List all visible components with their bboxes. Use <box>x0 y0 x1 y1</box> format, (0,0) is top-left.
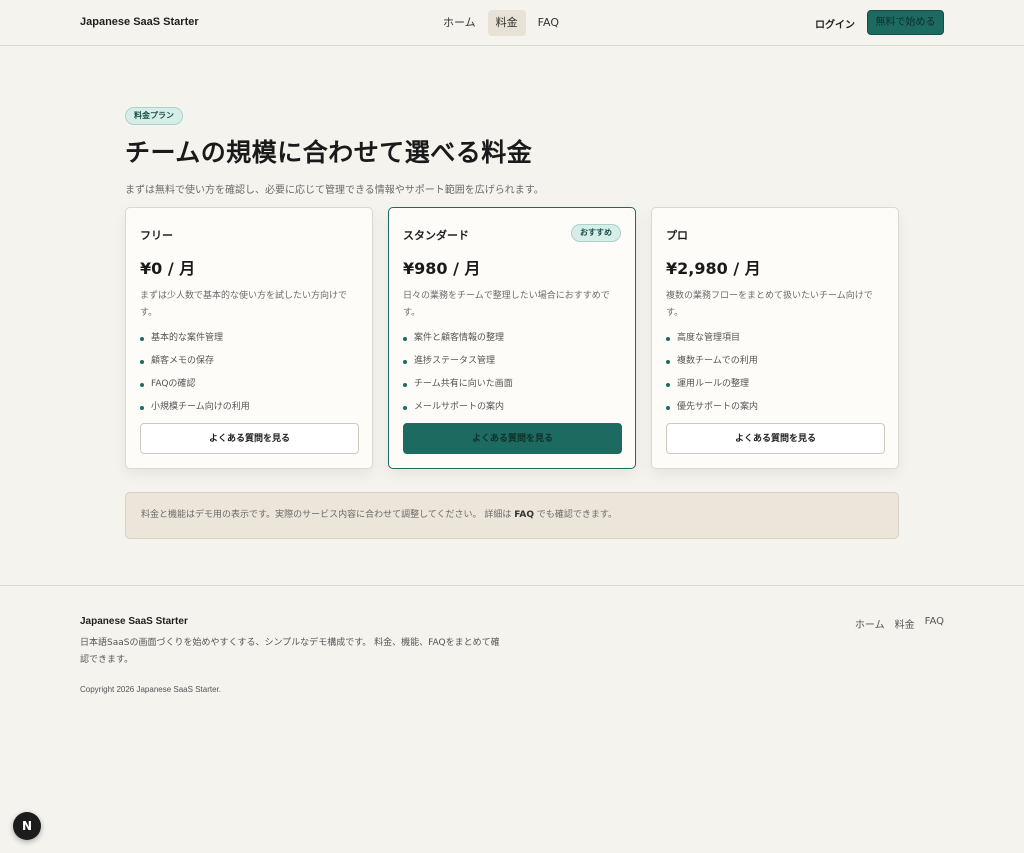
plan-card-standard: スタンダード おすすめ ¥980 / 月 日々の業務をチームで整理したい場合にお… <box>388 207 636 469</box>
feature-label: 複数チームでの利用 <box>677 356 758 366</box>
nextjs-icon[interactable]: N <box>13 812 41 840</box>
feature-label: メールサポートの案内 <box>414 402 505 412</box>
pricing-note: 料金と機能はデモ用の表示です。実際のサービス内容に合わせて調整してください。 詳… <box>125 492 899 539</box>
feature-label: 高度な管理項目 <box>677 333 741 343</box>
brand-logo[interactable]: Japanese SaaS Starter <box>80 16 199 28</box>
plan-price: ¥980 / 月 <box>403 259 481 278</box>
recommended-badge: おすすめ <box>571 224 621 242</box>
bullet-icon <box>140 383 144 387</box>
nav-pricing[interactable]: 料金 <box>487 10 526 36</box>
feature-label: 小規模チーム向けの利用 <box>151 402 250 412</box>
bullet-icon <box>666 406 670 410</box>
nav-faq[interactable]: FAQ <box>530 10 567 36</box>
page-subtitle: まずは無料で使い方を確認し、必要に応じて管理できる情報やサポート範囲を広げられま… <box>125 185 544 196</box>
plan-name: プロ <box>666 229 688 242</box>
footer-link-faq[interactable]: FAQ <box>925 616 944 631</box>
faq-button[interactable]: よくある質問を見る <box>140 423 359 454</box>
feature-label: 進捗ステータス管理 <box>414 356 496 366</box>
feature-label: 顧客メモの保存 <box>151 356 215 366</box>
feature-label: チーム共有に向いた画面 <box>414 379 513 389</box>
note-faq-link[interactable]: FAQ <box>514 510 534 520</box>
bullet-icon <box>140 406 144 410</box>
section-badge: 料金プラン <box>125 107 183 125</box>
bullet-icon <box>140 337 144 341</box>
login-link[interactable]: ログイン <box>815 16 855 31</box>
plan-list: フリー ¥0 / 月 まずは少人数で基本的な使い方を試したい方向けです。 基本的… <box>125 207 899 469</box>
main-nav: ホーム 料金 FAQ <box>435 10 567 36</box>
site-footer: Japanese SaaS Starter 日本語SaaSの画面づくりを始めやす… <box>0 585 1024 853</box>
feature-item: 運用ルールの整理 <box>666 379 884 402</box>
feature-label: 優先サポートの案内 <box>677 402 759 412</box>
footer-description: 日本語SaaSの画面づくりを始めやすくする、シンプルなデモ構成です。 料金、機能… <box>80 638 500 665</box>
feature-item: チーム共有に向いた画面 <box>403 379 621 402</box>
note-text: 料金と機能はデモ用の表示です。実際のサービス内容に合わせて調整してください。 詳… <box>141 510 515 520</box>
feature-item: 顧客メモの保存 <box>140 356 358 379</box>
plan-description: まずは少人数で基本的な使い方を試したい方向けです。 <box>140 291 348 318</box>
feature-label: 案件と顧客情報の整理 <box>414 333 505 343</box>
plan-price: ¥2,980 / 月 <box>666 259 761 278</box>
bullet-icon <box>666 337 670 341</box>
bullet-icon <box>140 360 144 364</box>
faq-button[interactable]: よくある質問を見る <box>666 423 885 454</box>
plan-card-pro: プロ ¥2,980 / 月 複数の業務フローをまとめて扱いたいチーム向けです。 … <box>651 207 899 469</box>
feature-item: 複数チームでの利用 <box>666 356 884 379</box>
plan-name: フリー <box>140 229 173 242</box>
feature-label: 運用ルールの整理 <box>677 379 750 389</box>
feature-list: 基本的な案件管理 顧客メモの保存 FAQの確認 小規模チーム向けの利用 <box>140 333 358 425</box>
bullet-icon <box>666 383 670 387</box>
footer-brand: Japanese SaaS Starter <box>80 616 188 627</box>
site-header: Japanese SaaS Starter ホーム 料金 FAQ ログイン 無料… <box>0 0 1024 46</box>
pricing-section: 料金プラン チームの規模に合わせて選べる料金 まずは無料で使い方を確認し、必要に… <box>125 103 899 539</box>
plan-card-free: フリー ¥0 / 月 まずは少人数で基本的な使い方を試したい方向けです。 基本的… <box>125 207 373 469</box>
note-suffix: でも確認できます。 <box>534 510 617 520</box>
feature-label: 基本的な案件管理 <box>151 333 224 343</box>
bullet-icon <box>403 337 407 341</box>
plan-price: ¥0 / 月 <box>140 259 196 278</box>
plan-description: 日々の業務をチームで整理したい場合におすすめです。 <box>403 291 610 318</box>
faq-button[interactable]: よくある質問を見る <box>403 423 622 454</box>
bullet-icon <box>403 406 407 410</box>
footer-link-pricing[interactable]: 料金 <box>895 616 915 631</box>
bullet-icon <box>666 360 670 364</box>
feature-item: 優先サポートの案内 <box>666 402 884 425</box>
feature-label: FAQの確認 <box>151 379 196 389</box>
nav-home[interactable]: ホーム <box>435 10 484 36</box>
bullet-icon <box>403 383 407 387</box>
feature-item: 基本的な案件管理 <box>140 333 358 356</box>
bullet-icon <box>403 360 407 364</box>
page-title: チームの規模に合わせて選べる料金 <box>125 138 533 167</box>
feature-item: 高度な管理項目 <box>666 333 884 356</box>
footer-copyright: Copyright 2026 Japanese SaaS Starter. <box>80 685 221 694</box>
feature-item: FAQの確認 <box>140 379 358 402</box>
feature-item: 小規模チーム向けの利用 <box>140 402 358 425</box>
feature-item: メールサポートの案内 <box>403 402 621 425</box>
footer-nav: ホーム 料金 FAQ <box>855 616 944 631</box>
plan-description: 複数の業務フローをまとめて扱いたいチーム向けです。 <box>666 291 873 318</box>
feature-item: 進捗ステータス管理 <box>403 356 621 379</box>
feature-item: 案件と顧客情報の整理 <box>403 333 621 356</box>
start-free-button[interactable]: 無料で始める <box>867 10 944 35</box>
feature-list: 案件と顧客情報の整理 進捗ステータス管理 チーム共有に向いた画面 メールサポート… <box>403 333 621 425</box>
footer-link-home[interactable]: ホーム <box>855 616 885 631</box>
feature-list: 高度な管理項目 複数チームでの利用 運用ルールの整理 優先サポートの案内 <box>666 333 884 425</box>
